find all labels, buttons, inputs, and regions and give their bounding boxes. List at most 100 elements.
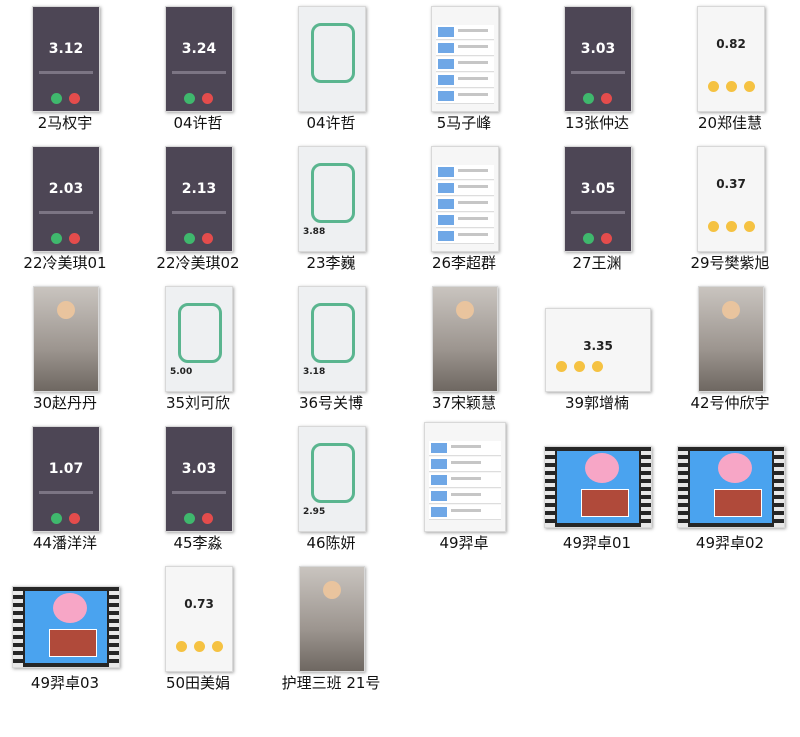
emoji-icon — [556, 361, 567, 372]
file-thumbnail[interactable]: 3.18 — [298, 286, 366, 392]
file-item[interactable]: 37宋颖慧 — [399, 280, 529, 420]
row-thumbnail — [438, 43, 454, 53]
file-name: 5马子峰 — [436, 114, 492, 132]
file-item[interactable]: 3.18 36号关博 — [266, 280, 396, 420]
file-item[interactable]: 2.03 22冷美琪01 — [0, 140, 130, 280]
row-thumbnail — [438, 215, 454, 225]
file-thumbnail[interactable]: 2.13 — [165, 146, 233, 252]
file-thumbnail[interactable]: 2.95 — [298, 426, 366, 532]
file-thumbnail[interactable]: 1.07 — [32, 426, 100, 532]
file-item[interactable]: 49羿卓03 — [0, 560, 130, 700]
row-thumbnail — [438, 231, 454, 241]
file-item[interactable]: 0.37 29号樊紫旭 — [665, 140, 795, 280]
list-row — [436, 73, 494, 88]
file-thumbnail[interactable] — [431, 146, 499, 252]
file-item[interactable]: 5马子峰 — [399, 0, 529, 140]
list-row — [429, 441, 501, 456]
row-text — [458, 93, 488, 96]
file-item[interactable]: 3.03 13张仲达 — [532, 0, 662, 140]
list-row — [436, 213, 494, 228]
file-thumbnail[interactable] — [424, 422, 506, 532]
file-item[interactable]: 30赵丹丹 — [0, 280, 130, 420]
file-thumbnail[interactable]: 3.12 — [32, 6, 100, 112]
row-thumbnail — [438, 75, 454, 85]
file-item[interactable]: 3.12 2马权宇 — [0, 0, 130, 140]
file-item[interactable]: 26李超群 — [399, 140, 529, 280]
file-item[interactable]: 3.03 45李淼 — [133, 420, 263, 560]
distance-value: 3.24 — [181, 41, 217, 57]
file-thumbnail[interactable] — [12, 586, 120, 668]
file-thumbnail[interactable]: 3.05 — [564, 146, 632, 252]
file-item[interactable]: 5.00 35刘可欣 — [133, 280, 263, 420]
film-strip-left — [678, 447, 688, 527]
list-row — [436, 165, 494, 180]
row-text — [458, 169, 488, 172]
file-thumbnail[interactable] — [33, 286, 99, 392]
route-path-icon — [178, 303, 222, 363]
person-figure-icon — [323, 581, 341, 599]
file-thumbnail[interactable]: 2.03 — [32, 146, 100, 252]
emoji-icon — [212, 641, 223, 652]
file-name: 29号樊紫旭 — [690, 254, 770, 272]
file-item[interactable]: 0.82 20郑佳慧 — [665, 0, 795, 140]
file-item[interactable]: 3.24 04许哲 — [133, 0, 263, 140]
file-thumbnail[interactable] — [298, 6, 366, 112]
row-text — [451, 493, 481, 496]
file-thumbnail[interactable]: 3.03 — [165, 426, 233, 532]
file-item[interactable]: 42号仲欣宇 — [665, 280, 795, 420]
list-row — [436, 25, 494, 40]
file-thumbnail[interactable] — [544, 446, 652, 528]
list-row — [436, 57, 494, 72]
file-name: 45李淼 — [173, 534, 223, 552]
play-button-icon — [184, 513, 195, 524]
file-item[interactable]: 2.95 46陈妍 — [266, 420, 396, 560]
file-item[interactable]: 04许哲 — [266, 0, 396, 140]
file-thumbnail[interactable]: 0.37 — [697, 146, 765, 252]
file-name: 49羿卓03 — [30, 674, 100, 692]
file-item[interactable]: 2.13 22冷美琪02 — [133, 140, 263, 280]
list-row — [429, 473, 501, 488]
row-thumbnail — [431, 475, 447, 485]
file-thumbnail[interactable]: 3.35 — [545, 308, 651, 392]
cartoon-pig-icon — [53, 593, 87, 623]
row-thumbnail — [431, 459, 447, 469]
file-thumbnail[interactable] — [698, 286, 764, 392]
file-item[interactable]: 3.05 27王渊 — [532, 140, 662, 280]
file-thumbnail[interactable] — [431, 6, 499, 112]
file-item[interactable]: 0.73 50田美娟 — [133, 560, 263, 700]
file-thumbnail[interactable]: 3.88 — [298, 146, 366, 252]
file-name: 36号关博 — [298, 394, 364, 412]
file-item[interactable]: 49羿卓02 — [665, 420, 795, 560]
file-thumbnail[interactable]: 3.03 — [564, 6, 632, 112]
file-thumbnail[interactable] — [432, 286, 498, 392]
list-row — [429, 505, 501, 520]
file-item[interactable]: 49羿卓 — [399, 420, 529, 560]
distance-value: 3.03 — [580, 41, 616, 57]
file-thumbnail[interactable] — [299, 566, 365, 672]
file-item[interactable]: 3.88 23李巍 — [266, 140, 396, 280]
file-thumbnail[interactable]: 0.82 — [697, 6, 765, 112]
file-item[interactable]: 49羿卓01 — [532, 420, 662, 560]
file-item[interactable]: 护理三班 21号 — [266, 560, 396, 700]
file-thumbnail[interactable]: 5.00 — [165, 286, 233, 392]
person-figure-icon — [57, 301, 75, 319]
list-row — [436, 197, 494, 212]
distance-value: 5.00 — [170, 367, 193, 377]
file-item[interactable]: 1.07 44潘洋洋 — [0, 420, 130, 560]
file-thumbnail[interactable]: 0.73 — [165, 566, 233, 672]
file-name: 04许哲 — [306, 114, 356, 132]
person-figure-icon — [722, 301, 740, 319]
play-button-icon — [184, 233, 195, 244]
row-text — [458, 185, 488, 188]
file-item[interactable]: 3.35 39郭增楠 — [532, 280, 662, 420]
file-name: 13张仲达 — [564, 114, 630, 132]
distance-value: 3.18 — [303, 367, 326, 377]
file-thumbnail[interactable] — [677, 446, 785, 528]
list-row — [429, 457, 501, 472]
row-thumbnail — [431, 491, 447, 501]
play-button-icon — [51, 233, 62, 244]
emoji-icon — [744, 81, 755, 92]
file-thumbnail[interactable]: 3.24 — [165, 6, 233, 112]
row-text — [458, 45, 488, 48]
file-name: 22冷美琪01 — [23, 254, 107, 272]
